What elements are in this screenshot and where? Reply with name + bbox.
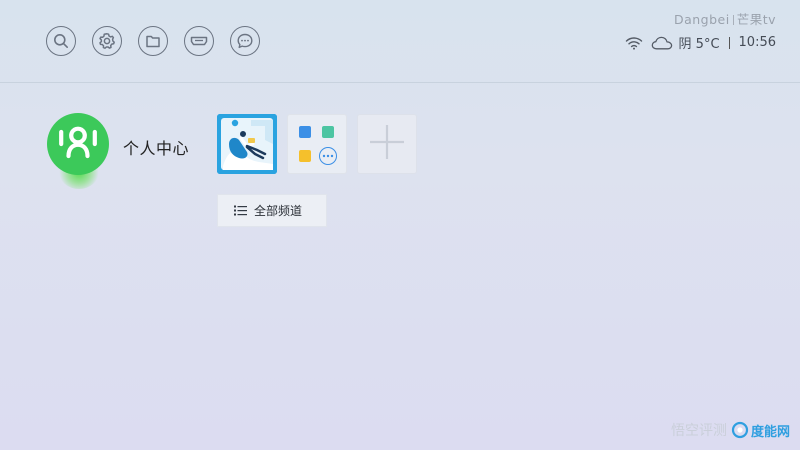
watermark-blue-text: 度能网 — [750, 424, 790, 440]
status-bar: 阴 5°C 10:56 — [625, 33, 776, 52]
cloud-icon — [651, 36, 673, 50]
wifi-icon — [625, 36, 643, 50]
settings-button[interactable] — [92, 26, 122, 56]
all-channels-label: 全部频道 — [254, 204, 303, 218]
app-group-tile[interactable] — [287, 114, 347, 174]
plus-icon — [368, 123, 406, 165]
all-channels-button[interactable]: 全部频道 — [217, 194, 327, 227]
person-in-chair-illustration — [217, 114, 277, 174]
status-divider — [728, 36, 730, 49]
add-app-tile[interactable] — [357, 114, 417, 174]
folder-icon — [145, 33, 161, 49]
watermark-logo-icon — [731, 421, 749, 439]
brand-secondary: 芒果tv — [736, 12, 776, 27]
search-button[interactable] — [46, 26, 76, 56]
weather-text: 阴 5°C — [678, 37, 720, 52]
watermark: 悟空评测 度能网 — [671, 420, 790, 440]
more-button[interactable] — [230, 26, 260, 56]
hdmi-button[interactable] — [184, 26, 214, 56]
avatar — [47, 113, 109, 175]
more-dots-icon — [319, 147, 337, 165]
mini-app-icon — [299, 126, 311, 138]
search-icon — [53, 33, 69, 49]
watermark-gray-text: 悟空评测 — [670, 423, 727, 439]
list-icon — [234, 205, 247, 216]
user-center-button[interactable] — [47, 113, 111, 193]
featured-app-tile[interactable] — [217, 114, 277, 174]
top-bar: Dangbei 芒果tv 阴 5°C 10:56 — [0, 0, 800, 83]
mini-app-icon — [299, 150, 311, 162]
brand-logo: Dangbei 芒果tv — [674, 9, 776, 28]
brand-primary: Dangbei — [673, 12, 730, 27]
clock: 10:56 — [738, 35, 776, 50]
user-avatar-icon — [55, 119, 101, 169]
gear-icon — [98, 32, 116, 50]
mini-app-icon — [322, 126, 334, 138]
files-button[interactable] — [138, 26, 168, 56]
user-center-label: 个人中心 — [123, 139, 190, 158]
chat-more-icon — [236, 32, 254, 50]
hdmi-icon — [190, 35, 208, 47]
brand-divider — [732, 15, 734, 25]
